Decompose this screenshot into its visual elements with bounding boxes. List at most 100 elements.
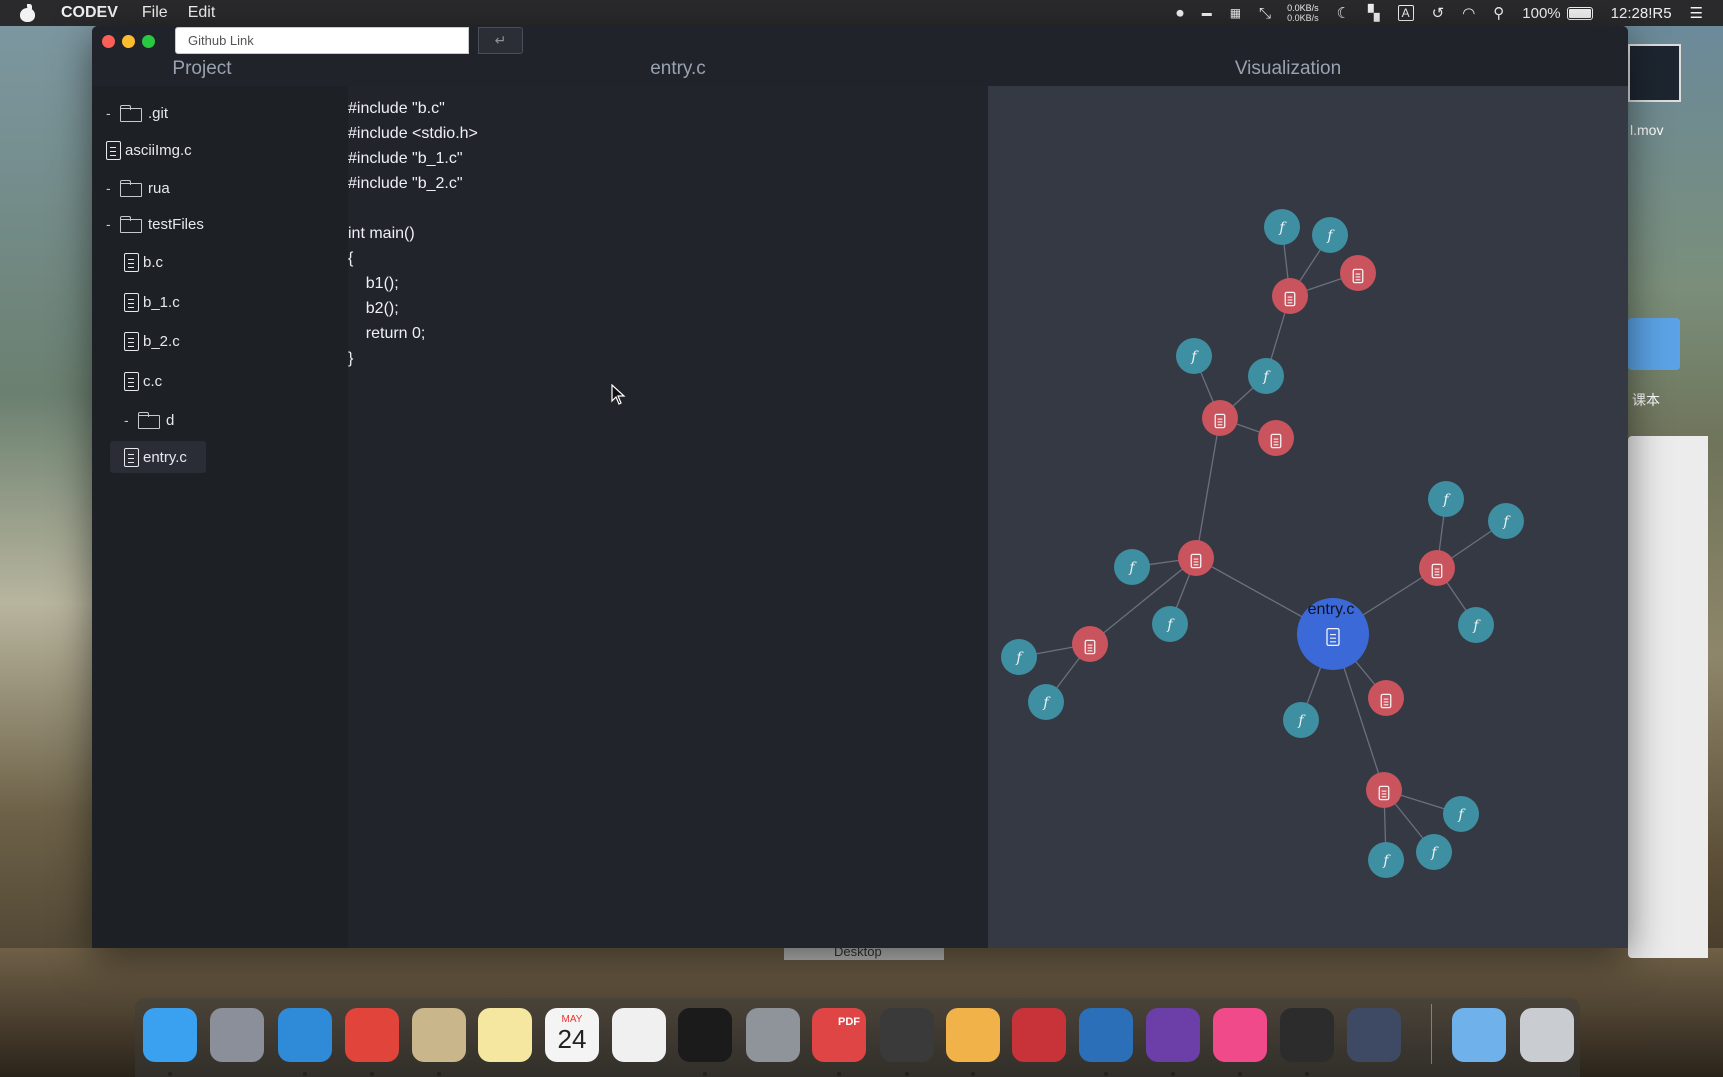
tree-file-c[interactable]: c.c: [124, 365, 162, 397]
graph-file-node[interactable]: [1258, 420, 1294, 456]
graph-file-node[interactable]: [1340, 255, 1376, 291]
folder-icon: [138, 412, 160, 429]
wifi-icon[interactable]: ◠: [1462, 4, 1475, 22]
maximize-button[interactable]: [142, 35, 155, 48]
calendar-day: 24: [557, 1024, 587, 1054]
visualization-header: Visualization: [1234, 58, 1342, 79]
chrome-icon[interactable]: [345, 1008, 399, 1062]
code-line: #include "b_1.c": [348, 150, 463, 167]
tree-folder-rua[interactable]: - rua: [106, 172, 170, 204]
eye-app-icon[interactable]: [1280, 1008, 1334, 1062]
tree-file-entry[interactable]: entry.c: [110, 441, 206, 473]
code-line: return 0;: [348, 325, 426, 342]
itunes-icon[interactable]: [1213, 1008, 1267, 1062]
clock[interactable]: 12:28!R5: [1611, 5, 1672, 22]
finder-icon[interactable]: [143, 1008, 197, 1062]
record-icon[interactable]: ⏺: [1176, 5, 1184, 22]
graph-edge: [1195, 417, 1221, 559]
visualization-panel[interactable]: f f f f f f f f f f f f f f f entry.c: [988, 86, 1628, 948]
graph-file-node[interactable]: [1072, 626, 1108, 662]
file-icon: [106, 140, 121, 160]
github-link-input[interactable]: [175, 27, 469, 54]
running-indicator: [437, 1072, 441, 1076]
layout-icon[interactable]: ▚: [1368, 4, 1380, 22]
tree-file-b2[interactable]: b_2.c: [124, 325, 180, 357]
file-icon: [124, 252, 139, 272]
collapse-toggle[interactable]: -: [106, 105, 120, 121]
trash-icon[interactable]: [1520, 1008, 1574, 1062]
graph-file-node[interactable]: [1368, 680, 1404, 716]
launchpad-icon[interactable]: [210, 1008, 264, 1062]
minimize-button[interactable]: [122, 35, 135, 48]
close-button[interactable]: [102, 35, 115, 48]
sublime-text-icon[interactable]: [880, 1008, 934, 1062]
tree-folder-testfiles[interactable]: - testFiles: [106, 208, 204, 240]
grid-icon[interactable]: ▦: [1230, 6, 1241, 20]
finder-window-edge[interactable]: [1628, 436, 1708, 958]
desktop-video-label: l.mov: [1630, 122, 1664, 138]
graph-file-node[interactable]: [1419, 550, 1455, 586]
github-desktop-icon[interactable]: [1146, 1008, 1200, 1062]
mail-icon[interactable]: [412, 1008, 466, 1062]
code-line: #include "b.c": [348, 100, 445, 117]
time-machine-icon[interactable]: ↺: [1432, 4, 1445, 22]
tree-folder-git[interactable]: - .git: [106, 97, 168, 129]
collapse-toggle[interactable]: -: [106, 180, 120, 196]
apple-icon[interactable]: [20, 4, 35, 22]
tree-file-asciiimg[interactable]: asciiImg.c: [106, 134, 192, 166]
terminal-icon[interactable]: [678, 1008, 732, 1062]
github-submit-button[interactable]: ↵: [478, 27, 523, 54]
desktop-folder-label: 课本: [1632, 392, 1660, 408]
search-icon[interactable]: ⚲: [1493, 4, 1504, 22]
running-indicator: [703, 1072, 707, 1076]
network-speed[interactable]: 0.0KB/s 0.0KB/s: [1287, 3, 1319, 23]
graph-file-node[interactable]: [1366, 772, 1402, 808]
menu-file[interactable]: File: [142, 4, 168, 22]
pages-icon[interactable]: [946, 1008, 1000, 1062]
running-indicator: [837, 1072, 841, 1076]
vscode-icon[interactable]: [1079, 1008, 1133, 1062]
graph-file-node[interactable]: [1178, 540, 1214, 576]
reminders-icon[interactable]: [612, 1008, 666, 1062]
tree-item-label: b.c: [143, 253, 164, 271]
running-indicator: [168, 1072, 172, 1076]
collapse-toggle[interactable]: -: [124, 412, 138, 428]
menu-app-name[interactable]: CODEV: [61, 4, 118, 22]
running-indicator: [303, 1072, 307, 1076]
running-indicator: [1238, 1072, 1242, 1076]
tree-file-b[interactable]: b.c: [124, 246, 163, 278]
desktop-video-thumbnail[interactable]: [1628, 44, 1681, 102]
window-icon[interactable]: ▬: [1202, 8, 1212, 19]
notes-icon[interactable]: [478, 1008, 532, 1062]
dependency-graph[interactable]: f ffffffffffffffentry.c: [988, 86, 1628, 948]
status-area: ⏺ ▬ ▦ ⤡ 0.0KB/s 0.0KB/s ☾ ▚ A ↺ ◠ ⚲ 100%…: [1158, 0, 1703, 26]
moon-icon[interactable]: ☾: [1337, 4, 1350, 22]
tree-folder-d[interactable]: - d: [124, 404, 174, 436]
downloads-folder-icon[interactable]: [1452, 1008, 1506, 1062]
graph-file-node[interactable]: [1202, 400, 1238, 436]
running-indicator: [370, 1072, 374, 1076]
editor-header: entry.c: [650, 58, 706, 79]
system-preferences-icon[interactable]: [746, 1008, 800, 1062]
tree-item-label: testFiles: [148, 215, 204, 233]
collapse-toggle[interactable]: -: [106, 216, 120, 232]
list-icon[interactable]: ☰: [1690, 4, 1703, 22]
tree-file-b1[interactable]: b_1.c: [124, 286, 180, 318]
codev-window: ↵ Project entry.c Visualization - .git a…: [92, 26, 1628, 948]
project-sidebar: - .git asciiImg.c - rua - testFiles b.c …: [92, 86, 348, 948]
code-editor[interactable]: #include "b.c" #include <stdio.h> #inclu…: [348, 86, 988, 948]
graph-file-node[interactable]: [1272, 278, 1308, 314]
net-up: 0.0KB/s: [1287, 3, 1319, 13]
menu-edit[interactable]: Edit: [188, 4, 216, 22]
resize-icon[interactable]: ⤡: [1259, 5, 1271, 22]
desktop-folder-icon[interactable]: [1628, 318, 1680, 370]
safari-icon[interactable]: [278, 1008, 332, 1062]
input-source-icon[interactable]: A: [1397, 5, 1414, 21]
quicktime-icon[interactable]: [1347, 1008, 1401, 1062]
calendar-icon[interactable]: MAY 24: [545, 1008, 599, 1062]
running-indicator: [1104, 1072, 1108, 1076]
pdf-expert-icon[interactable]: PDF: [812, 1008, 866, 1062]
battery-icon[interactable]: [1566, 6, 1593, 20]
dock-separator: [1431, 1004, 1432, 1064]
zotero-icon[interactable]: [1012, 1008, 1066, 1062]
